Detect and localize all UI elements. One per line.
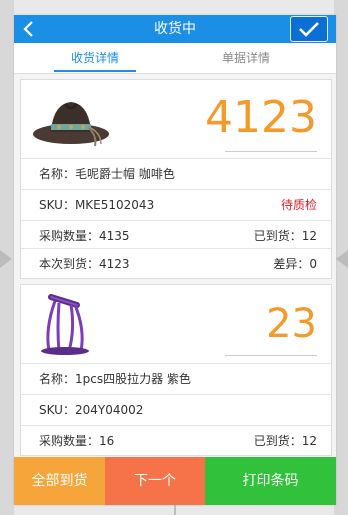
sku-field: SKU：204Y04002 [39,403,144,417]
arrived-quantity: 已到货：12 [253,434,317,448]
tab-receiving-details[interactable]: 收货详情 [54,43,136,73]
quantity-underline [225,151,317,152]
print-barcode-button[interactable]: 打印条码 [205,457,336,505]
confirm-button[interactable] [290,16,328,42]
purchase-quantity: 采购数量：16 [39,434,115,448]
purchase-row: 采购数量：16 已到货：12 [21,425,331,456]
top-bar: 收货中 [14,15,336,43]
cowboy-hat-image [33,102,109,147]
sku-row: SKU：MKE5102043 待质检 [21,189,331,220]
purchase-row: 采购数量：4135 已到货：12 [21,220,331,251]
background-arrow-right-icon [336,250,348,268]
product-card[interactable]: 23 名称：1pcs四股拉力器 紫色 SKU：204Y04002 采购数量：16… [20,284,332,456]
received-quantity: 4123 [205,92,317,143]
tab-bar: 收货详情 单据详情 [14,43,336,74]
page-title: 收货中 [154,21,196,37]
purchase-quantity: 采购数量：4135 [39,229,130,243]
phone-screen: 收货中 收货详情 单据详情 4123 名称：毛呢爵士帽 咖啡色 SKU：MKE5… [14,15,336,505]
background-arrow-left-icon [0,250,12,268]
sku-field: SKU：MKE5102043 [39,198,155,212]
checkmark-icon [299,22,319,37]
this-arrival-quantity: 本次到货：4123 [39,257,130,271]
resistance-band-image [41,294,89,355]
bottom-action-bar: 全部到货 下一个 打印条码 [14,457,336,505]
status-badge: 待质检 [280,198,317,212]
sku-row: SKU：204Y04002 [21,394,331,425]
name-field: 名称：毛呢爵士帽 咖啡色 [39,167,175,181]
tab-document-details[interactable]: 单据详情 [204,43,288,73]
arrived-quantity: 已到货：12 [253,229,317,243]
product-card[interactable]: 4123 名称：毛呢爵士帽 咖啡色 SKU：MKE5102043 待质检 采购数… [20,79,332,279]
quantity-underline [225,355,317,356]
next-button[interactable]: 下一个 [105,457,205,505]
received-quantity: 23 [266,301,317,347]
name-row: 名称：1pcs四股拉力器 紫色 [21,363,331,394]
all-arrived-button[interactable]: 全部到货 [14,457,105,505]
name-row: 名称：毛呢爵士帽 咖啡色 [21,158,331,189]
difference-quantity: 差异：0 [273,257,317,271]
name-field: 名称：1pcs四股拉力器 紫色 [39,372,191,386]
this-arrival-row: 本次到货：4123 差异：0 [21,248,331,279]
